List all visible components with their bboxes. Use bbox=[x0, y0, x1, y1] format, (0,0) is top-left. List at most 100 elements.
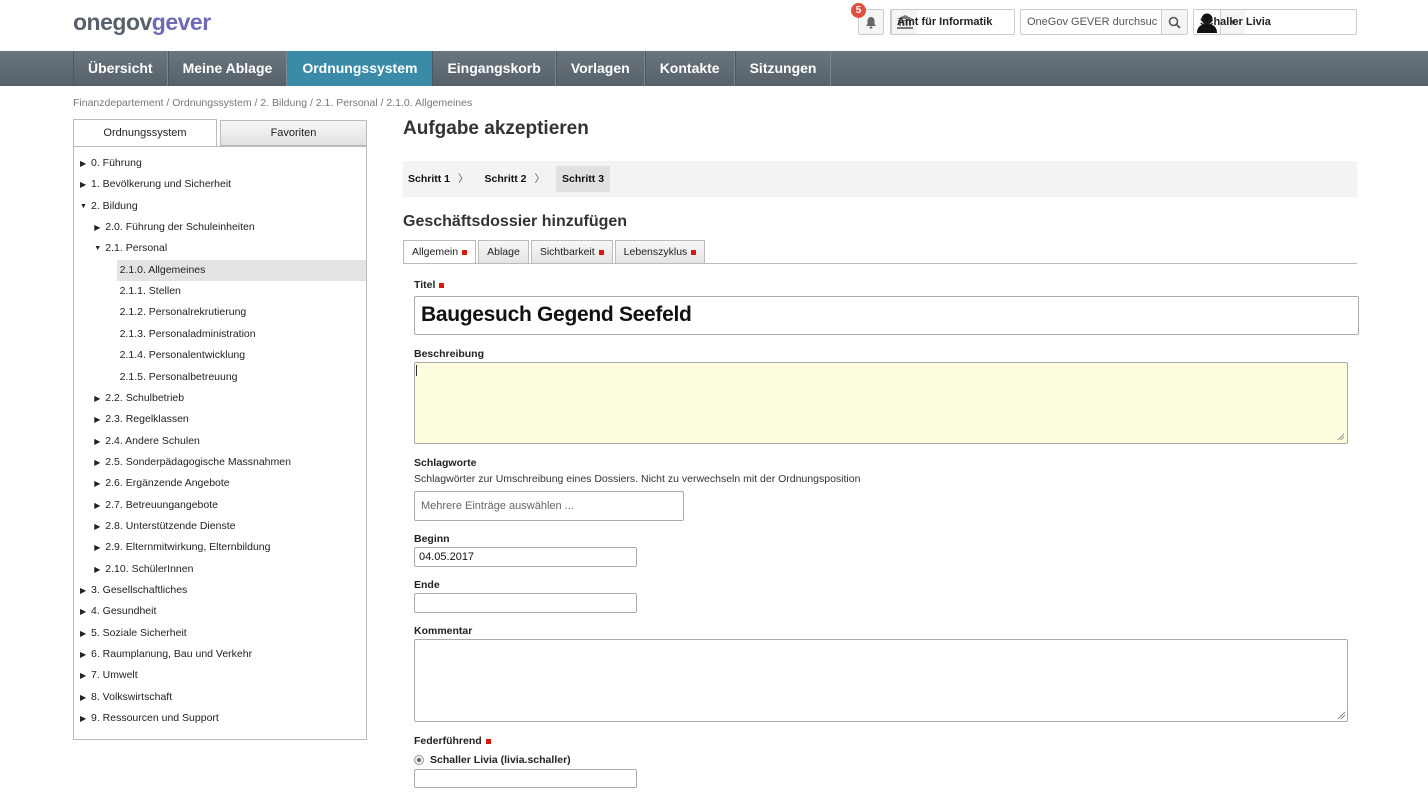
caret-right-icon[interactable]: ▶ bbox=[80, 580, 86, 601]
ende-date-input[interactable] bbox=[414, 593, 637, 613]
caret-right-icon[interactable]: ▶ bbox=[94, 516, 100, 537]
nav-item-meine-ablage[interactable]: Meine Ablage bbox=[167, 51, 288, 86]
tree-item[interactable]: ▶ 7. Umwelt bbox=[74, 665, 366, 686]
tree-item[interactable]: ▶ 2.6. Ergänzende Angebote bbox=[74, 473, 366, 494]
resize-handle-icon[interactable] bbox=[1337, 433, 1345, 441]
wizard-step-1: Schritt 1 〉 bbox=[403, 166, 480, 192]
caret-right-icon[interactable]: ▶ bbox=[94, 495, 100, 516]
tree-item[interactable]: ▶ 2.4. Andere Schulen bbox=[74, 431, 366, 452]
repository-tree: ▶ 0. Führung ▶ 1. Bevölkerung und Sicherhei… bbox=[73, 146, 367, 740]
tree-item[interactable]: ▶ 3. Gesellschaftliches bbox=[74, 580, 366, 601]
required-marker bbox=[439, 282, 445, 288]
user-menu[interactable]: Schaller Livia ▼ bbox=[1193, 9, 1357, 35]
tree-item-label: 2.2. Schulbetrieb bbox=[105, 391, 185, 404]
caret-right-icon[interactable]: ▶ bbox=[80, 153, 86, 174]
caret-right-icon[interactable]: ▶ bbox=[80, 665, 86, 686]
form-tab-sichtbarkeit[interactable]: Sichtbarkeit bbox=[530, 240, 613, 264]
caret-right-icon[interactable]: ▶ bbox=[80, 644, 86, 665]
federfuehrend-option[interactable]: Schaller Livia (livia.schaller) bbox=[414, 754, 571, 766]
tree-item[interactable]: 2.1.1. Stellen bbox=[74, 281, 366, 302]
caret-right-icon[interactable]: ▶ bbox=[80, 687, 86, 708]
caret-right-icon[interactable]: ▶ bbox=[94, 473, 100, 494]
federfuehrend-input[interactable] bbox=[414, 769, 637, 788]
tree-item[interactable]: 2.1.5. Personalbetreuung bbox=[74, 367, 366, 388]
tree-item-label: 2.7. Betreuungangebote bbox=[105, 498, 218, 511]
tab-ordnungssystem[interactable]: Ordnungssystem bbox=[73, 119, 217, 147]
tree-item[interactable]: ▶ 6. Raumplanung, Bau und Verkehr bbox=[74, 644, 366, 665]
tree-item[interactable]: 2.1.3. Personaladministration bbox=[74, 324, 366, 345]
field-label-text: Federführend bbox=[414, 735, 482, 747]
tree-item[interactable]: ▶ 2.9. Elternmitwirkung, Elternbildung bbox=[74, 537, 366, 558]
caret-right-icon[interactable]: ▶ bbox=[94, 217, 100, 238]
tree-item[interactable]: ▼ 2.1. Personal bbox=[74, 238, 366, 259]
tree-item[interactable]: ▶ 2.0. Führung der Schuleinheiten bbox=[74, 217, 366, 238]
schlagworte-multiselect[interactable]: Mehrere Einträge auswählen ... bbox=[414, 491, 684, 521]
nav-item-vorlagen[interactable]: Vorlagen bbox=[555, 51, 645, 86]
tree-item[interactable]: ▶ 2.2. Schulbetrieb bbox=[74, 388, 366, 409]
tree-item-label: 2.5. Sonderpädagogische Massnahmen bbox=[105, 455, 291, 468]
form-tab-allgemein[interactable]: Allgemein bbox=[403, 240, 477, 264]
tree-item[interactable]: ▶ 8. Volkswirtschaft bbox=[74, 687, 366, 708]
nav-item-eingangskorb[interactable]: Eingangskorb bbox=[432, 51, 556, 86]
tree-item[interactable]: ▶ 2.10. SchülerInnen bbox=[74, 559, 366, 580]
tree-item[interactable]: ▶ 0. Führung bbox=[74, 153, 366, 174]
radio-button[interactable] bbox=[414, 755, 424, 765]
org-unit-selector[interactable]: Amt für Informatik bbox=[890, 9, 1015, 35]
step-label: Schritt 3 bbox=[562, 173, 605, 185]
tab-divider bbox=[403, 263, 1357, 264]
caret-down-icon[interactable]: ▼ bbox=[94, 238, 101, 259]
caret-right-icon[interactable]: ▶ bbox=[80, 623, 86, 644]
nav-item-uebersicht[interactable]: Übersicht bbox=[73, 51, 168, 86]
caret-right-icon[interactable]: ▶ bbox=[94, 452, 100, 473]
tree-item[interactable]: ▶ 2.8. Unterstützende Dienste bbox=[74, 516, 366, 537]
tree-item-label: 2.1.3. Personaladministration bbox=[119, 327, 256, 340]
tree-item-label: 1. Bevölkerung und Sicherheit bbox=[91, 178, 232, 191]
main-navigation: Übersicht Meine Ablage Ordnungssystem Ei… bbox=[0, 51, 1428, 86]
resize-handle-icon[interactable] bbox=[1337, 711, 1346, 720]
tree-item[interactable]: 2.1.2. Personalrekrutierung bbox=[74, 302, 366, 323]
tree-item[interactable]: ▶ 2.3. Regelklassen bbox=[74, 409, 366, 430]
caret-right-icon[interactable]: ▶ bbox=[94, 409, 100, 430]
app-logo[interactable]: onegovgever bbox=[73, 8, 211, 36]
tree-item-label: 7. Umwelt bbox=[91, 669, 138, 682]
tree-item[interactable]: ▶ 1. Bevölkerung und Sicherheit bbox=[74, 174, 366, 195]
tree-item[interactable]: ▼ 2. Bildung bbox=[74, 196, 366, 217]
sidebar-tabs: Ordnungssystem Favoriten bbox=[73, 119, 367, 147]
tree-item-label: 2.1.1. Stellen bbox=[119, 285, 181, 298]
tree-item-label: 6. Raumplanung, Bau und Verkehr bbox=[91, 648, 253, 661]
nav-item-ordnungssystem[interactable]: Ordnungssystem bbox=[287, 51, 433, 86]
tab-favoriten[interactable]: Favoriten bbox=[220, 120, 367, 146]
tree-item[interactable]: 2.1.4. Personalentwicklung bbox=[74, 345, 366, 366]
search-icon[interactable] bbox=[1161, 10, 1187, 34]
wizard-step-2: Schritt 2 〉 bbox=[480, 166, 557, 192]
tree-item-label: 2.4. Andere Schulen bbox=[105, 434, 200, 447]
caret-right-icon[interactable]: ▶ bbox=[94, 559, 100, 580]
form-tab-lebenszyklus[interactable]: Lebenszyklus bbox=[614, 240, 706, 264]
breadcrumb[interactable]: Finanzdepartement / Ordnungssystem / 2. … bbox=[73, 97, 472, 109]
kommentar-textarea[interactable] bbox=[414, 639, 1348, 722]
tree-item[interactable]: ▶ 4. Gesundheit bbox=[74, 601, 366, 622]
form-tab-ablage[interactable]: Ablage bbox=[478, 240, 529, 264]
tree-item[interactable]: ▶ 2.7. Betreuungangebote bbox=[74, 495, 366, 516]
text-cursor bbox=[416, 365, 417, 376]
search-input[interactable] bbox=[1021, 16, 1161, 28]
beschreibung-textarea[interactable] bbox=[414, 362, 1348, 444]
nav-item-kontakte[interactable]: Kontakte bbox=[644, 51, 735, 86]
tree-item[interactable]: ▶ 9. Ressourcen und Support bbox=[74, 708, 366, 729]
caret-right-icon[interactable]: ▶ bbox=[94, 388, 100, 409]
tree-item[interactable]: ▶ 5. Soziale Sicherheit bbox=[74, 623, 366, 644]
caret-down-icon[interactable]: ▼ bbox=[80, 196, 87, 217]
wizard-steps: Schritt 1 〉 Schritt 2 〉 Schritt 3 bbox=[403, 161, 1357, 197]
caret-right-icon[interactable]: ▶ bbox=[80, 708, 86, 729]
bell-icon bbox=[866, 16, 876, 28]
caret-right-icon[interactable]: ▶ bbox=[94, 537, 100, 558]
caret-right-icon[interactable]: ▶ bbox=[94, 431, 100, 452]
caret-right-icon[interactable]: ▶ bbox=[80, 601, 86, 622]
form-tabs: Allgemein Ablage Sichtbarkeit Lebenszykl… bbox=[403, 240, 707, 264]
nav-item-sitzungen[interactable]: Sitzungen bbox=[734, 51, 832, 86]
tree-item[interactable]: 2.1.0. Allgemeines bbox=[116, 259, 366, 281]
beginn-date-input[interactable]: 04.05.2017 bbox=[414, 547, 637, 567]
titel-input[interactable]: Baugesuch Gegend Seefeld bbox=[414, 296, 1359, 335]
tree-item[interactable]: ▶ 2.5. Sonderpädagogische Massnahmen bbox=[74, 452, 366, 473]
caret-right-icon[interactable]: ▶ bbox=[80, 174, 86, 195]
